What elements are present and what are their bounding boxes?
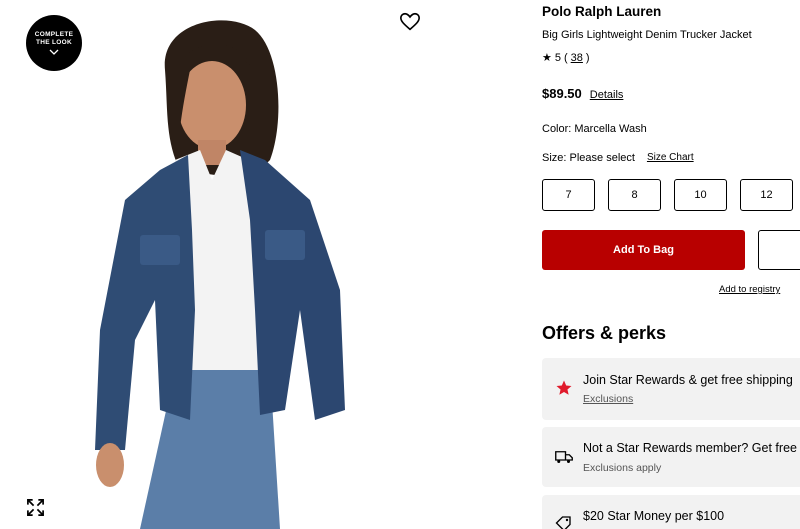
price-row: $89.50 Details: [542, 86, 623, 101]
size-option-10[interactable]: 10: [674, 179, 727, 211]
star-icon: ★: [542, 52, 552, 64]
product-rating[interactable]: ★ 5 (38): [542, 51, 590, 65]
secondary-action-button[interactable]: [758, 230, 800, 270]
add-to-bag-button[interactable]: Add To Bag: [542, 230, 745, 270]
heart-icon[interactable]: [399, 11, 421, 33]
offer-subtitle: Exclusions apply: [583, 462, 662, 474]
price-details-link[interactable]: Details: [590, 89, 624, 101]
offer-exclusions-link[interactable]: Exclusions: [583, 393, 633, 405]
expand-icon[interactable]: [26, 498, 45, 517]
add-to-registry-link[interactable]: Add to registry: [719, 284, 780, 295]
offer-star-money[interactable]: $20 Star Money per $100: [542, 495, 800, 529]
offer-title: Not a Star Rewards member? Get free ship…: [583, 441, 800, 455]
size-label: Size: Please select: [542, 152, 635, 164]
size-option-7[interactable]: 7: [542, 179, 595, 211]
truck-icon: [555, 451, 573, 463]
badge-line-1: COMPLETE: [34, 31, 74, 38]
complete-the-look-button[interactable]: COMPLETE THE LOOK: [26, 15, 82, 71]
tag-icon: [555, 516, 571, 529]
rating-value: 5: [554, 51, 561, 64]
review-count-paren-open: (: [564, 51, 568, 64]
product-image[interactable]: [80, 10, 370, 529]
product-name: Big Girls Lightweight Denim Trucker Jack…: [542, 29, 752, 41]
size-row: Size: Please select Size Chart: [542, 152, 694, 164]
size-chart-link[interactable]: Size Chart: [647, 152, 694, 164]
review-count-paren-close: ): [585, 51, 590, 64]
product-image-gallery: COMPLETE THE LOOK: [0, 0, 440, 529]
review-count[interactable]: 38: [571, 52, 583, 64]
offer-free-shipping[interactable]: Not a Star Rewards member? Get free ship…: [542, 427, 800, 487]
offers-title: Offers & perks: [542, 323, 667, 343]
offer-title: $20 Star Money per $100: [583, 509, 725, 523]
size-option-12[interactable]: 12: [740, 179, 793, 211]
product-brand[interactable]: Polo Ralph Lauren: [542, 4, 661, 19]
badge-line-2: THE LOOK: [36, 39, 72, 46]
star-icon: [556, 380, 572, 395]
size-option-8[interactable]: 8: [608, 179, 661, 211]
color-label: Color: Marcella Wash: [542, 123, 647, 135]
offer-title: Join Star Rewards & get free shipping: [583, 373, 793, 387]
product-price: $89.50: [542, 86, 582, 101]
chevron-down-icon: [49, 49, 59, 55]
offer-star-rewards[interactable]: Join Star Rewards & get free shipping Ex…: [542, 358, 800, 420]
size-options: 7 8 10 12: [542, 179, 793, 211]
